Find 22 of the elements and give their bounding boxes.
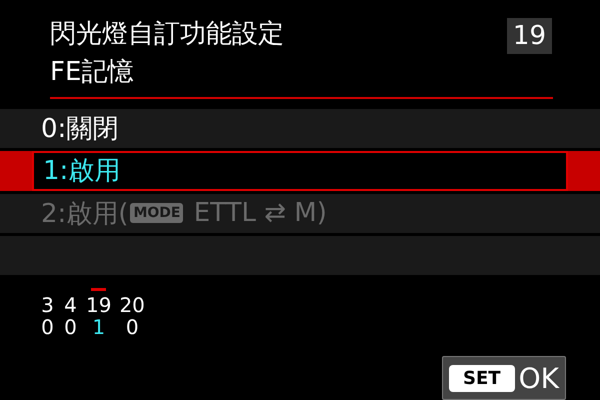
function-value: 0: [64, 316, 77, 338]
function-number: 19: [86, 294, 112, 316]
function-number: 3: [41, 294, 54, 316]
option-label: 1:啟用: [43, 155, 120, 188]
ok-label: OK: [518, 362, 559, 395]
function-number: 4: [64, 294, 77, 316]
function-value: 0: [126, 316, 139, 338]
mode-badge: MODE: [130, 203, 184, 224]
option-label: 2:啟用(: [41, 198, 128, 231]
menu-title: 閃光燈自訂功能設定: [50, 18, 284, 50]
setting-name: FE記憶: [50, 56, 134, 88]
option-item[interactable]: 0:關閉: [0, 108, 600, 148]
current-marker: [91, 288, 106, 292]
set-key: SET: [449, 364, 515, 392]
page-number: 19: [506, 18, 552, 54]
function-value: 0: [41, 316, 54, 338]
function-value: 1: [92, 316, 106, 338]
option-label: 0:關閉: [41, 112, 118, 146]
option-label-suffix: ETTL ⇄ M): [192, 198, 327, 228]
option-item[interactable]: 1:啟用: [0, 151, 600, 191]
function-number: 20: [119, 294, 145, 316]
ok-button[interactable]: SET OK: [442, 356, 566, 400]
